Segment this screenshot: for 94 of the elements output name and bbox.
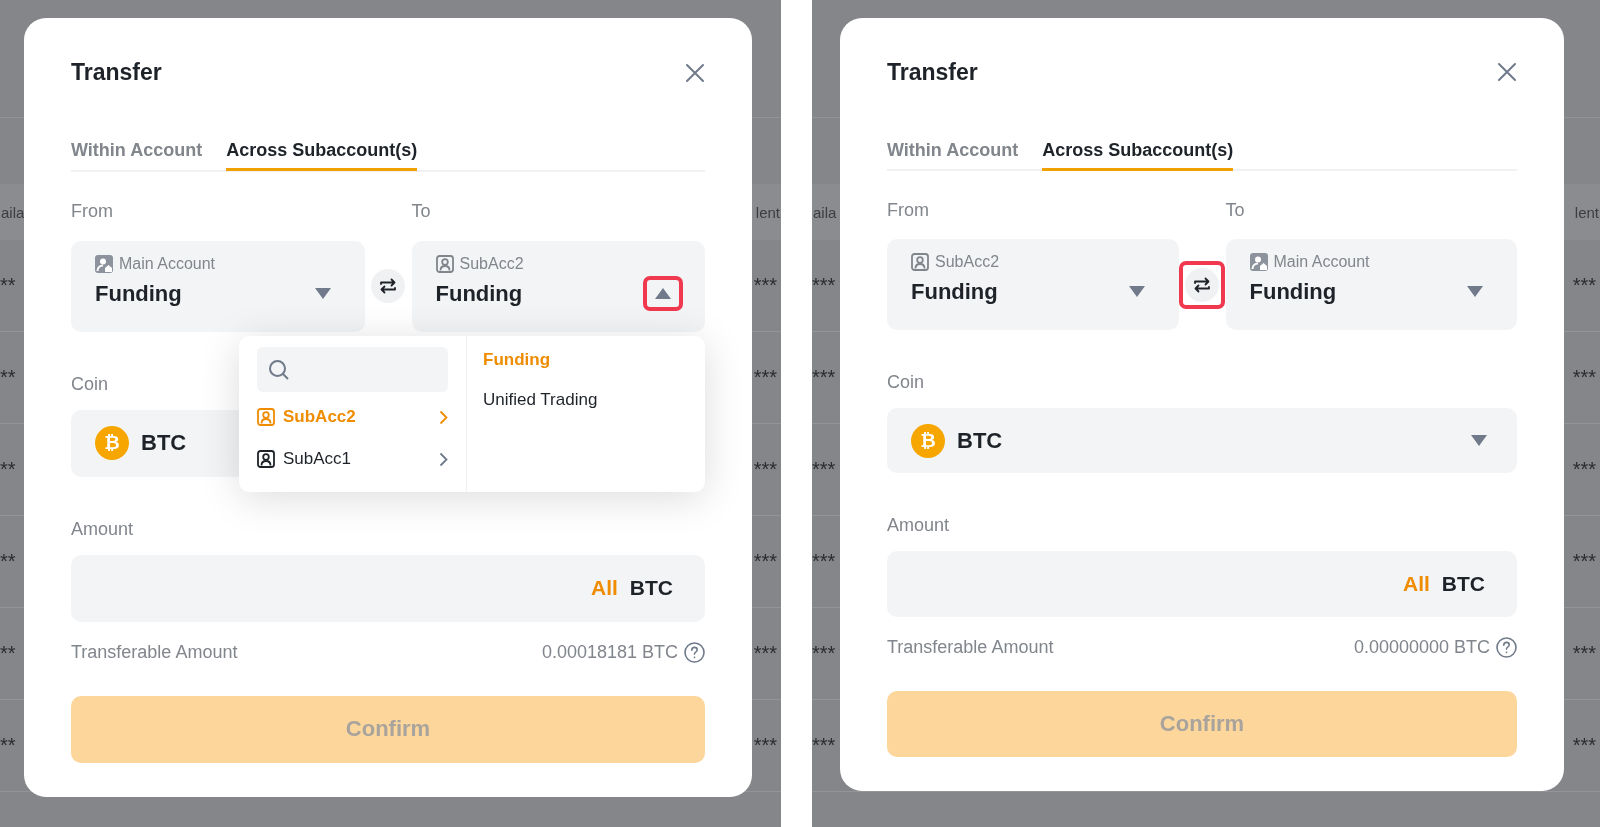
masked-value: *** xyxy=(812,458,837,481)
masked-value: *** xyxy=(1572,642,1597,665)
masked-value: ** xyxy=(0,366,17,389)
wallet-name: Funding xyxy=(435,280,524,307)
tab[interactable]: Across Subaccount(s) xyxy=(226,133,418,172)
close-button[interactable] xyxy=(685,62,705,83)
masked-value: *** xyxy=(1572,366,1597,389)
wallet-option[interactable]: Unified Trading xyxy=(483,390,598,410)
tab[interactable]: Within Account xyxy=(887,132,1019,171)
tab[interactable]: Within Account xyxy=(71,133,203,172)
account-name: SubAcc2 xyxy=(935,253,1000,272)
user-icon xyxy=(911,253,929,272)
account-name: SubAcc2 xyxy=(283,407,356,427)
masked-value: *** xyxy=(753,734,778,757)
coin-select[interactable]: ₿ BTC xyxy=(887,408,1517,474)
swap-button[interactable] xyxy=(371,269,405,304)
masked-value: *** xyxy=(1572,458,1597,481)
amount-field[interactable]: All BTC xyxy=(71,555,705,622)
masked-value: *** xyxy=(753,274,778,297)
caret-icon[interactable] xyxy=(655,287,671,299)
dialog-title: Transfer xyxy=(71,59,162,87)
masked-value: ** xyxy=(0,550,17,573)
field-label: Amount xyxy=(887,515,950,538)
field-label: Amount xyxy=(71,518,134,541)
user-home-icon xyxy=(95,254,113,273)
column-header: aila xyxy=(812,203,838,221)
help-icon[interactable] xyxy=(1496,636,1517,658)
account-select[interactable]: Main Account Funding xyxy=(71,240,365,332)
close-icon xyxy=(685,62,705,83)
masked-value: ** xyxy=(0,274,17,297)
masked-value: *** xyxy=(812,366,837,389)
search-field[interactable] xyxy=(257,347,448,392)
swap-button[interactable] xyxy=(1185,267,1219,302)
masked-value: ** xyxy=(0,458,17,481)
masked-value: *** xyxy=(812,734,837,757)
transferable-value: 0.00000000 BTC xyxy=(1353,636,1490,658)
masked-value: *** xyxy=(812,642,837,665)
column-header: lent xyxy=(754,203,781,221)
account-select[interactable]: SubAcc2 Funding xyxy=(887,239,1179,331)
caret-icon[interactable] xyxy=(1467,286,1483,298)
user-icon xyxy=(257,450,275,468)
account-name: Main Account xyxy=(1273,253,1370,272)
field-label: From xyxy=(71,201,114,224)
coin-symbol: BTC xyxy=(957,427,1003,454)
masked-value: *** xyxy=(753,550,778,573)
transferable-label: Transferable Amount xyxy=(71,641,238,663)
account-select[interactable]: SubAcc2 Funding xyxy=(411,240,705,332)
help-icon[interactable] xyxy=(684,641,705,663)
user-icon xyxy=(435,254,454,273)
tab[interactable]: Across Subaccount(s) xyxy=(1042,132,1234,171)
wallet-name: Funding xyxy=(911,279,999,306)
close-icon xyxy=(1497,62,1517,83)
amount-field[interactable]: All BTC xyxy=(887,551,1517,617)
dialog-title: Transfer xyxy=(887,58,978,86)
account-name: SubAcc2 xyxy=(459,254,524,273)
field-label: To xyxy=(411,201,432,224)
transferable-label: Transferable Amount xyxy=(887,636,1054,658)
masked-value: *** xyxy=(753,366,778,389)
caret-icon[interactable] xyxy=(314,287,331,299)
caret-icon[interactable] xyxy=(1471,435,1487,447)
masked-value: *** xyxy=(753,458,778,481)
transferable-value: 0.00018181 BTC xyxy=(541,641,678,663)
masked-value: *** xyxy=(753,642,778,665)
user-home-icon xyxy=(1249,253,1268,272)
chevron-right-icon xyxy=(439,451,448,467)
masked-value: ** xyxy=(0,734,17,757)
caret-icon[interactable] xyxy=(1128,286,1145,298)
close-button[interactable] xyxy=(1497,62,1517,83)
field-label: To xyxy=(1225,200,1246,223)
field-label: Coin xyxy=(887,372,925,395)
account-select[interactable]: Main Account Funding xyxy=(1225,239,1517,331)
user-icon xyxy=(257,408,275,426)
coin-symbol: BTC xyxy=(141,430,187,457)
search-icon xyxy=(268,358,290,381)
account-name: SubAcc1 xyxy=(283,449,352,469)
unit-label: BTC xyxy=(1441,572,1485,596)
account-name: Main Account xyxy=(119,254,216,273)
unit-label: BTC xyxy=(629,576,673,601)
masked-value: *** xyxy=(1572,734,1597,757)
masked-value: ** xyxy=(0,642,17,665)
masked-value: *** xyxy=(1572,550,1597,573)
coin-icon: ₿ xyxy=(95,426,129,461)
chevron-right-icon xyxy=(439,409,448,425)
field-label: Coin xyxy=(71,373,109,396)
masked-value: *** xyxy=(1572,274,1597,297)
masked-value: *** xyxy=(812,550,837,573)
wallet-name: Funding xyxy=(95,280,183,307)
account-option[interactable]: SubAcc1 xyxy=(257,438,448,480)
wallet-name: Funding xyxy=(1249,279,1338,306)
column-header: aila xyxy=(0,203,26,221)
masked-value: *** xyxy=(812,274,837,297)
column-header: lent xyxy=(1573,203,1600,221)
field-label: From xyxy=(887,200,930,223)
coin-icon: ₿ xyxy=(911,423,945,458)
